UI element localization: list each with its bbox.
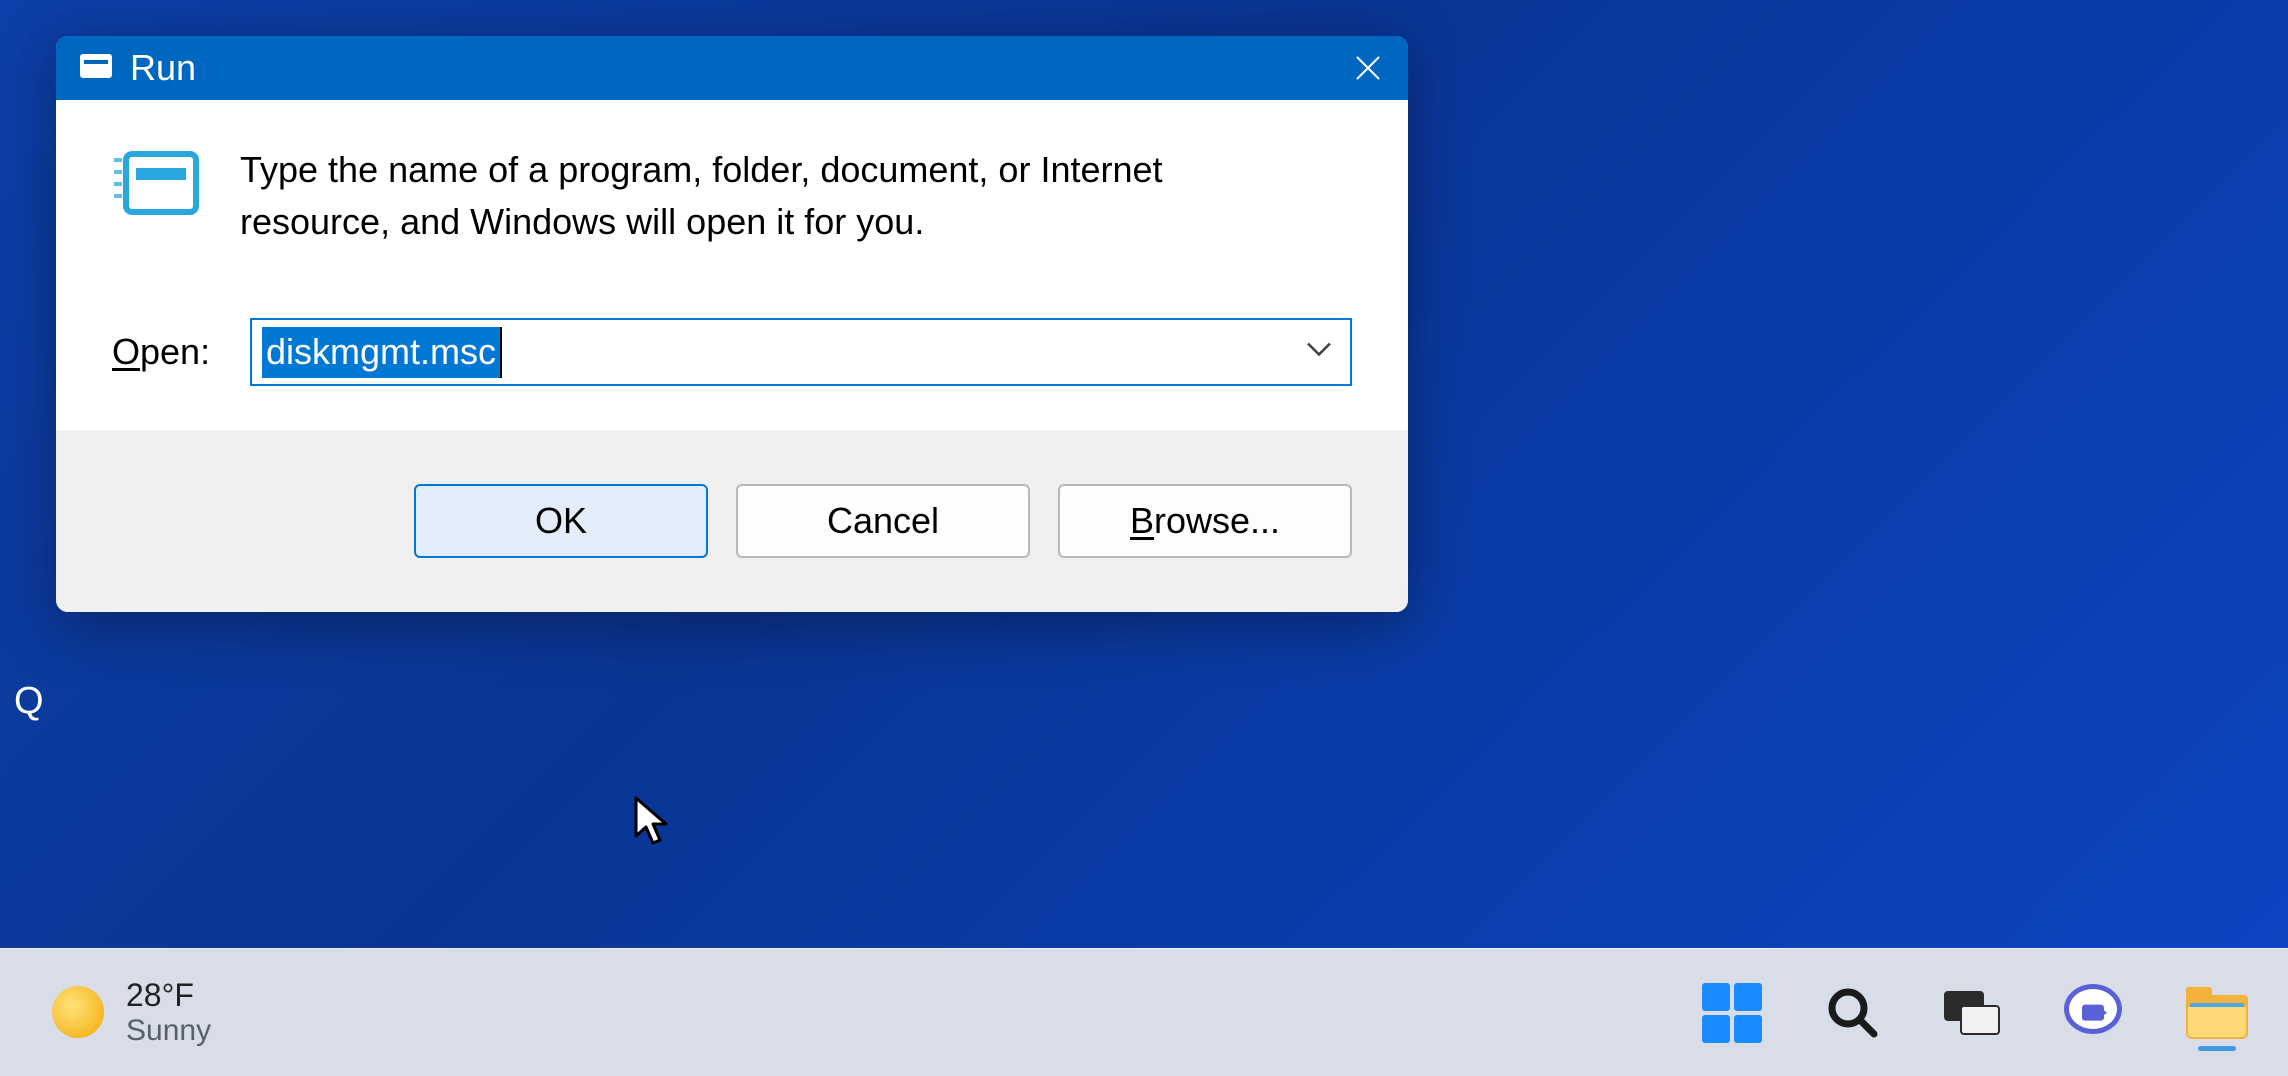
titlebar[interactable]: Run	[56, 36, 1408, 100]
taskbar: 28°F Sunny	[0, 948, 2288, 1076]
dialog-body: Type the name of a program, folder, docu…	[56, 100, 1408, 430]
chevron-down-icon[interactable]	[1306, 342, 1332, 363]
cursor-icon	[632, 796, 674, 855]
open-label: Open:	[112, 331, 222, 373]
chat-icon	[2064, 984, 2122, 1042]
browse-button[interactable]: Browse...	[1058, 484, 1352, 558]
open-input-value[interactable]: diskmgmt.msc	[262, 327, 502, 377]
file-explorer-button[interactable]	[2186, 987, 2248, 1039]
partial-offscreen-text: Q	[14, 680, 44, 723]
run-icon-large	[112, 148, 200, 225]
sun-icon	[52, 986, 104, 1038]
run-dialog: Run Type the name of a program, folder, …	[56, 36, 1408, 612]
file-explorer-icon	[2186, 987, 2248, 1039]
search-button[interactable]	[1826, 986, 1880, 1040]
run-icon	[80, 54, 112, 83]
chat-button[interactable]	[2064, 984, 2122, 1042]
task-view-icon	[1944, 991, 2000, 1035]
close-button[interactable]	[1328, 36, 1408, 100]
dialog-title: Run	[130, 47, 196, 89]
weather-widget[interactable]: 28°F Sunny	[52, 977, 211, 1048]
dialog-description: Type the name of a program, folder, docu…	[240, 144, 1220, 248]
weather-condition: Sunny	[126, 1014, 211, 1049]
cancel-button[interactable]: Cancel	[736, 484, 1030, 558]
dialog-footer: OK Cancel Browse...	[56, 430, 1408, 612]
start-button[interactable]	[1702, 983, 1762, 1043]
windows-logo-icon	[1702, 983, 1762, 1043]
open-combobox[interactable]: diskmgmt.msc	[250, 318, 1352, 386]
task-view-button[interactable]	[1944, 991, 2000, 1035]
weather-temperature: 28°F	[126, 977, 211, 1014]
ok-button[interactable]: OK	[414, 484, 708, 558]
search-icon	[1826, 986, 1880, 1040]
